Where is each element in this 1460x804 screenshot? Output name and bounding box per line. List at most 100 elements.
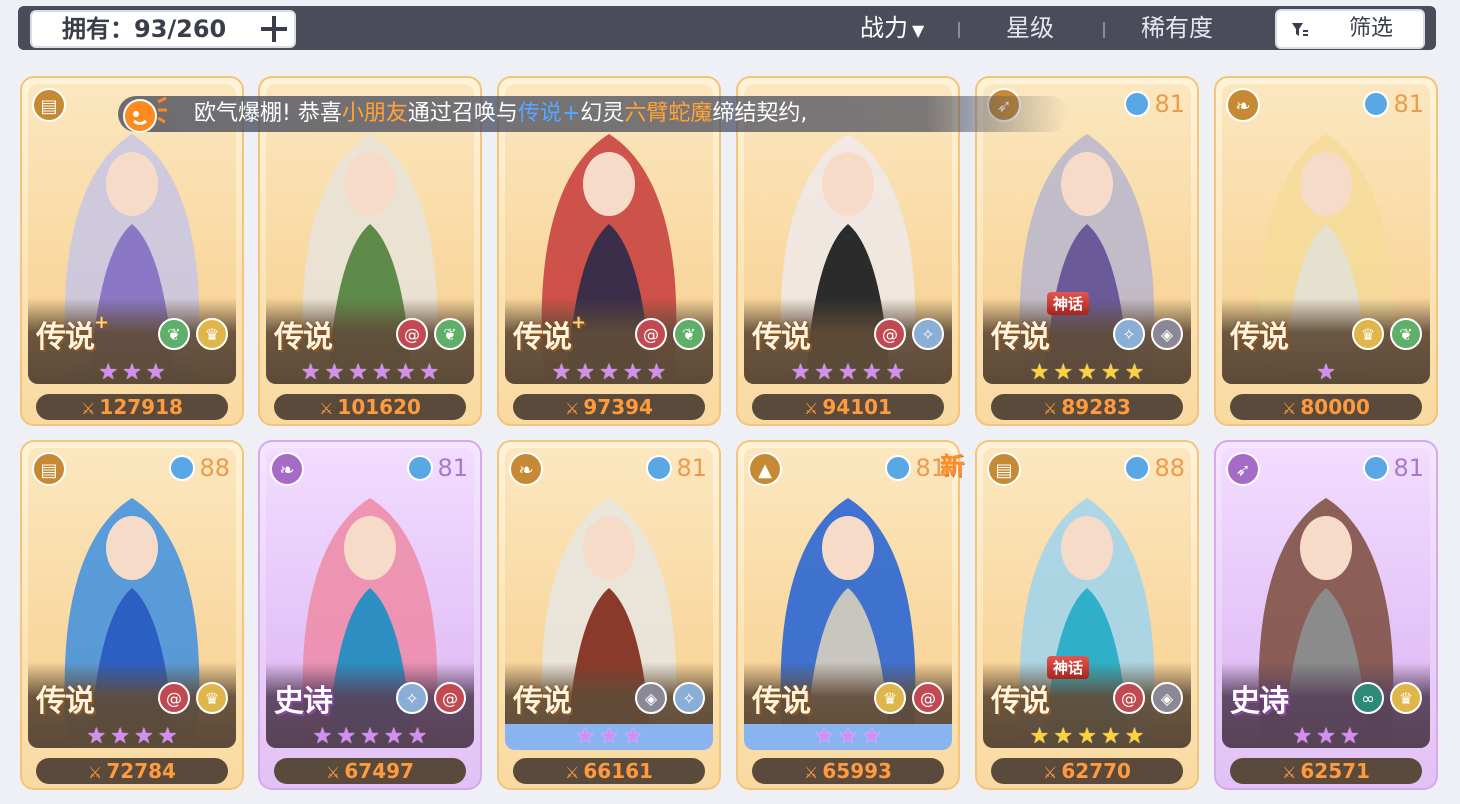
rarity-text: 传说 bbox=[36, 684, 95, 719]
combat-power-value: 72784 bbox=[106, 759, 176, 783]
sort-by-rarity[interactable]: 稀有度 bbox=[1141, 12, 1213, 44]
star-icon: ★ bbox=[122, 360, 142, 385]
nature-element-icon: ❦ bbox=[158, 318, 190, 350]
hero-card[interactable]: ➶ 81 史诗 ∞ ♛ ★ ★ ★ ⚔ 62571 bbox=[1214, 440, 1438, 790]
book-icon: ▤ bbox=[987, 452, 1021, 486]
element-icons: ✧ ◈ bbox=[1113, 318, 1183, 350]
book-icon: ▤ bbox=[32, 452, 66, 486]
chaos-element-icon: ∞ bbox=[1352, 682, 1384, 714]
nature-element-icon: ❦ bbox=[673, 318, 705, 350]
level-gem-icon bbox=[646, 455, 673, 481]
hero-level: 88 bbox=[169, 454, 230, 482]
rarity-label: 传说 bbox=[1230, 312, 1289, 356]
combat-power: ⚔ 65993 bbox=[752, 758, 944, 784]
element-icons: ♛ @ bbox=[874, 682, 944, 714]
combat-power: ⚔ 72784 bbox=[36, 758, 228, 784]
myth-tag: 神话 bbox=[1047, 292, 1090, 315]
void-element-icon: ◈ bbox=[1151, 318, 1183, 350]
level-gem-icon bbox=[885, 455, 912, 481]
rarity-label: 传说+ bbox=[513, 312, 586, 356]
nature-element-icon: ❦ bbox=[1390, 318, 1422, 350]
star-icon: ★ bbox=[1029, 360, 1050, 385]
star-icon: ★ bbox=[1292, 724, 1313, 749]
star-icon: ★ bbox=[1339, 724, 1360, 749]
hero-card[interactable]: ▤ 88 传说 @ ♛ ★ ★ ★ ★ ⚔ 72784 bbox=[20, 440, 244, 790]
sort-by-power[interactable]: 战力 ▼ bbox=[860, 12, 924, 47]
combat-power-value: 67497 bbox=[344, 759, 414, 783]
hero-card[interactable]: ❧ 81 史诗 ✧ @ ★ ★ ★ ★ ★ ⚔ 67497 bbox=[258, 440, 482, 790]
hero-level-value: 81 bbox=[1393, 454, 1424, 482]
star-icon: ★ bbox=[814, 360, 835, 385]
top-bar: 拥有：93/260 战力 ▼ 星级 稀有度 筛选 bbox=[18, 6, 1436, 50]
element-icons: @ ❦ bbox=[396, 318, 466, 350]
filter-label: 筛选 bbox=[1348, 16, 1393, 41]
ice-element-icon: ✧ bbox=[396, 682, 428, 714]
star-icon: ★ bbox=[336, 724, 357, 749]
element-icons: ❦ ♛ bbox=[158, 318, 228, 350]
hero-level: 81 bbox=[885, 454, 946, 482]
new-badge: 新 bbox=[940, 452, 964, 480]
star-rating: ★ ★ ★ bbox=[28, 360, 236, 386]
light-element-icon: ♛ bbox=[196, 682, 228, 714]
element-icons: ✧ @ bbox=[396, 682, 466, 714]
star-icon: ★ bbox=[1124, 724, 1145, 749]
element-icons: ♛ ❦ bbox=[1352, 318, 1422, 350]
owned-count-label: 拥有：93/260 bbox=[62, 15, 227, 43]
sort-rarity-label: 稀有度 bbox=[1141, 14, 1213, 42]
element-icons: ∞ ♛ bbox=[1352, 682, 1422, 714]
spiral-element-icon: @ bbox=[912, 682, 944, 714]
add-icon[interactable] bbox=[260, 15, 288, 43]
crossed-swords-icon: ⚔ bbox=[804, 399, 819, 418]
star-rating: ★ ★ ★ ★ ★ bbox=[505, 360, 713, 386]
rarity-text: 史诗 bbox=[1230, 684, 1289, 719]
star-icon: ★ bbox=[1053, 724, 1074, 749]
star-icon: ★ bbox=[1316, 360, 1336, 385]
hero-level-value: 81 bbox=[676, 454, 707, 482]
star-icon: ★ bbox=[1053, 360, 1074, 385]
star-rating: ★ ★ ★ bbox=[744, 724, 952, 750]
rarity-text: 传说 bbox=[752, 320, 811, 355]
hero-level-value: 88 bbox=[199, 454, 230, 482]
rarity-text: 传说 bbox=[274, 320, 333, 355]
hero-level-value: 88 bbox=[1154, 454, 1185, 482]
star-icon: ★ bbox=[134, 724, 154, 749]
hero-card[interactable]: ▲ 81 传说 ♛ @ ★ ★ ★ ⚔ 65993 bbox=[736, 440, 960, 790]
crossed-swords-icon: ⚔ bbox=[1043, 399, 1058, 418]
rarity-label: 传说 bbox=[274, 312, 333, 356]
hero-card[interactable]: ❧ 81 传说 ♛ ❦ ★ ⚔ 80000 bbox=[1214, 76, 1438, 426]
element-icons: @ ✧ bbox=[874, 318, 944, 350]
star-rating: ★ ★ ★ ★ ★ ★ bbox=[266, 360, 474, 386]
sort-by-star[interactable]: 星级 bbox=[1006, 12, 1054, 44]
star-icon: ★ bbox=[622, 724, 643, 749]
rarity-text: 传说 bbox=[991, 684, 1050, 719]
wing-icon: ❧ bbox=[509, 452, 543, 486]
hero-card[interactable]: ▤ 88 神话 传说 @ ◈ ★ ★ ★ ★ ★ ⚔ 62770 bbox=[975, 440, 1199, 790]
star-icon: ★ bbox=[1077, 360, 1097, 385]
helmet-icon: ▲ bbox=[748, 452, 782, 486]
announce-hero: 六臂蛇魔 bbox=[624, 101, 713, 126]
rarity-plus: + bbox=[571, 312, 586, 333]
star-icon: ★ bbox=[312, 724, 333, 749]
hero-card[interactable]: ❧ 81 传说 ◈ ✧ ★ ★ ★ ⚔ 66161 bbox=[497, 440, 721, 790]
star-icon: ★ bbox=[885, 360, 906, 385]
star-icon: ★ bbox=[1100, 360, 1121, 385]
spiral-element-icon: @ bbox=[874, 318, 906, 350]
star-icon: ★ bbox=[1077, 724, 1097, 749]
combat-power: ⚔ 94101 bbox=[752, 394, 944, 420]
combat-power-value: 127918 bbox=[99, 395, 183, 419]
combat-power-value: 65993 bbox=[822, 759, 892, 783]
star-icon: ★ bbox=[157, 724, 178, 749]
hero-level: 81 bbox=[1363, 90, 1424, 118]
crossed-swords-icon: ⚔ bbox=[88, 763, 103, 782]
rarity-label: 传说 bbox=[991, 676, 1050, 720]
combat-power-value: 97394 bbox=[583, 395, 653, 419]
spiral-element-icon: @ bbox=[158, 682, 190, 714]
combat-power: ⚔ 66161 bbox=[513, 758, 705, 784]
filter-button[interactable]: 筛选 bbox=[1275, 9, 1425, 49]
void-element-icon: ◈ bbox=[1151, 682, 1183, 714]
ice-element-icon: ✧ bbox=[1113, 318, 1145, 350]
rarity-label: 传说 bbox=[752, 312, 811, 356]
star-rating: ★ ★ ★ ★ ★ bbox=[983, 360, 1191, 386]
light-element-icon: ♛ bbox=[874, 682, 906, 714]
rarity-text: 传说 bbox=[1230, 320, 1289, 355]
